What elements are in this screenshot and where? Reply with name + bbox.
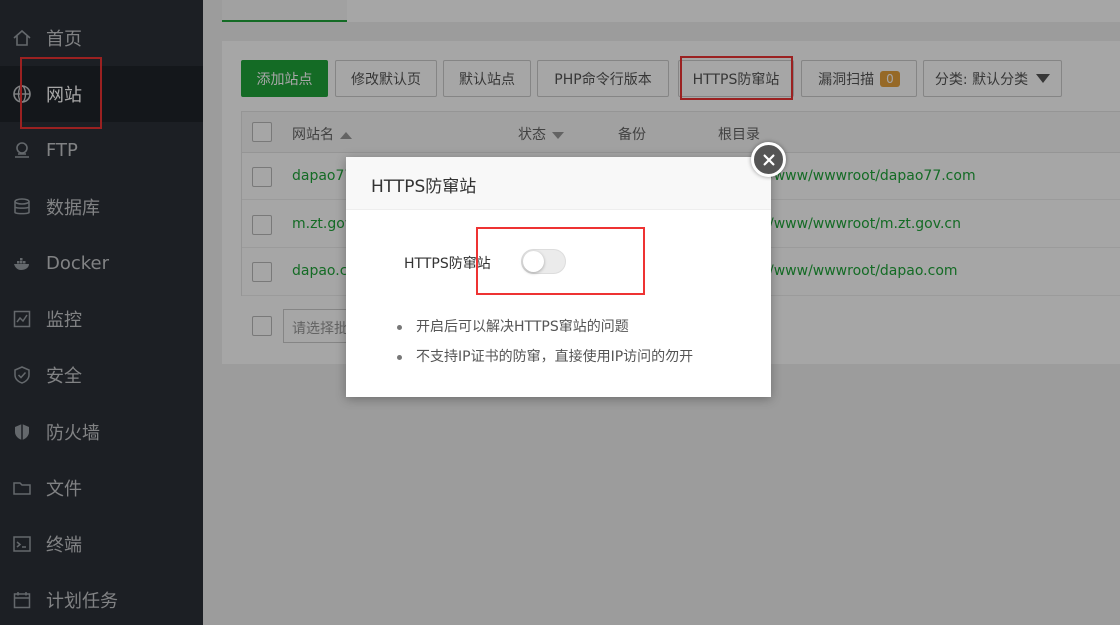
close-button[interactable] (751, 142, 786, 177)
dialog-title: HTTPS防窜站 (346, 157, 771, 210)
close-icon (762, 153, 775, 166)
tip-item: 不支持IP证书的防窜，直接使用IP访问的勿开 (394, 347, 693, 377)
tip-item: 开启后可以解决HTTPS窜站的问题 (394, 317, 693, 347)
highlight-box-toggle (476, 227, 645, 295)
tips-list: 开启后可以解决HTTPS窜站的问题 不支持IP证书的防窜，直接使用IP访问的勿开 (394, 317, 693, 377)
